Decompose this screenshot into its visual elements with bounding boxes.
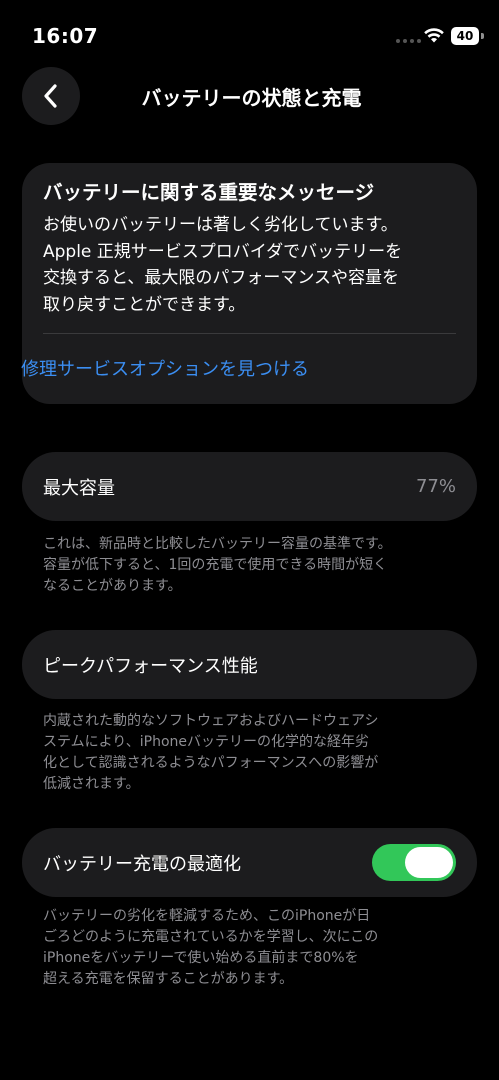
wifi-icon: [424, 28, 444, 43]
max-capacity-row: 最大容量 77%: [22, 452, 477, 521]
message-title: バッテリーに関する重要なメッセージ: [43, 181, 375, 204]
max-capacity-label: 最大容量: [43, 477, 115, 499]
battery-level: 40: [451, 27, 479, 45]
optimized-charging-footnote: バッテリーの劣化を軽減するため、このiPhoneが日 ごろどのように充電されてい…: [43, 908, 379, 987]
status-bar: 16:07 40: [0, 0, 499, 60]
peak-performance-footnote: 内蔵された動的なソフトウェアおよびハードウェアシ ステムにより、iPhoneバッ…: [43, 713, 379, 792]
optimized-charging-label: バッテリー充電の最適化: [43, 853, 241, 875]
page-title: バッテリーの状態と充電: [141, 86, 362, 110]
optimized-charging-row: バッテリー充電の最適化: [22, 828, 477, 897]
repair-options-link[interactable]: 修理サービスオプションを見つける: [21, 355, 309, 381]
max-capacity-value: 77%: [415, 476, 456, 497]
optimized-charging-toggle[interactable]: [372, 844, 456, 881]
toggle-knob: [405, 847, 453, 878]
peak-performance-label: ピークパフォーマンス性能: [43, 655, 258, 677]
battery-icon: 40: [451, 27, 485, 45]
max-capacity-footnote: これは、新品時と比較したバッテリー容量の基準です。 容量が低下すると、1回の充電…: [43, 536, 392, 594]
peak-performance-row: ピークパフォーマンス性能: [22, 630, 477, 699]
message-body: お使いのバッテリーは著しく劣化しています。 Apple 正規サービスプロバイダで…: [43, 215, 403, 315]
status-time: 16:07: [32, 24, 99, 48]
divider: [43, 333, 456, 334]
cellular-signal-icon: [396, 39, 421, 43]
